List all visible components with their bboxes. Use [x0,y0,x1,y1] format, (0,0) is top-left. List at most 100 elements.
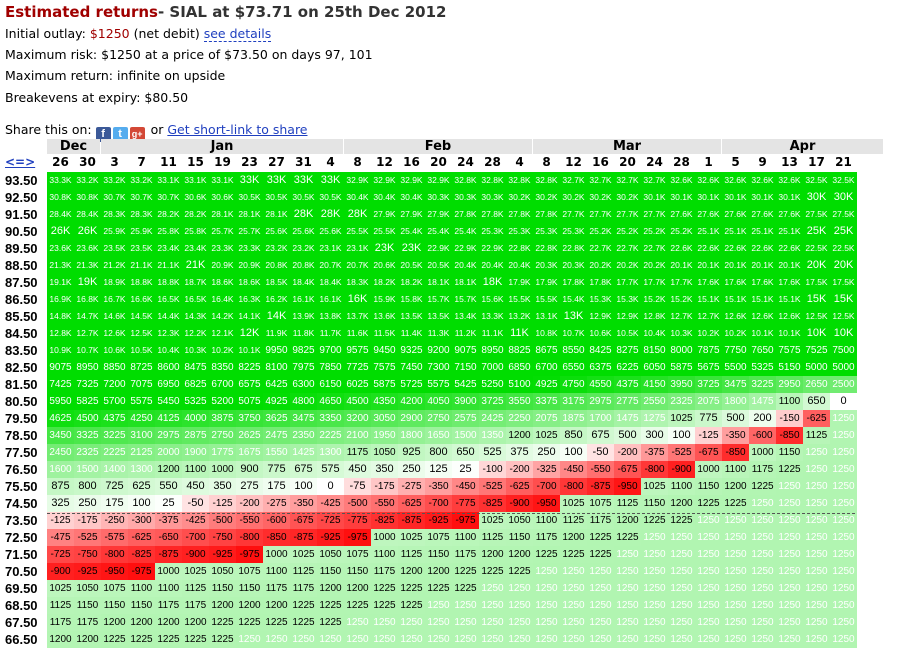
return-cell: 30.1K [695,189,722,206]
return-cell: 1250 [668,563,695,580]
day-header: 9 [758,155,767,169]
return-cell: 1250 [290,631,317,648]
return-cell: 100 [668,427,695,444]
return-cell: 1100 [776,393,803,410]
return-cell: 1075 [344,546,371,563]
return-cell: 1200 [101,614,128,631]
return-cell: 2450 [47,444,74,461]
return-cell: -175 [74,512,101,529]
return-cell: 17.9K [506,274,533,291]
return-cell: 2900 [398,410,425,427]
return-cell: 1250 [587,597,614,614]
day-header: 26 [52,155,69,169]
return-cell: -450 [560,461,587,478]
return-cell: 16.9K [47,291,74,308]
return-cell: 4650 [317,393,344,410]
return-cell: 775 [695,410,722,427]
return-cell: 1250 [722,580,749,597]
price-label: 88.50 [5,258,38,273]
return-cell: 30.1K [641,189,668,206]
return-cell: -550 [236,512,263,529]
return-cell: 1200 [155,461,182,478]
return-cell: 25.8K [155,223,182,240]
return-cell: 1250 [236,631,263,648]
return-cell: 17.7K [641,274,668,291]
month-header-dec: Dec [47,139,100,154]
day-header: 17 [808,155,825,169]
return-cell: 11K [506,325,533,342]
return-cell: -875 [290,529,317,546]
return-cell: 21.2K [101,257,128,274]
return-cell: 25K [803,223,830,240]
return-cell: 25.2K [587,223,614,240]
day-header: 28 [673,155,690,169]
return-cell: 1025 [641,478,668,495]
return-cell: 1500 [74,461,101,478]
return-cell: 18.5K [263,274,290,291]
return-cell: 32.6K [695,172,722,189]
return-cell: 18.7K [182,274,209,291]
return-cell: 16.3K [236,291,263,308]
return-cell: 10.5K [614,325,641,342]
return-cell: 1550 [263,444,290,461]
return-cell: 25.4K [452,223,479,240]
return-cell: -550 [371,495,398,512]
return-cell: 1250 [830,427,857,444]
return-cell: 20.1K [695,257,722,274]
page: Estimated returns- SIAL at $73.71 on 25t… [0,0,900,659]
return-cell: 25.6K [290,223,317,240]
return-cell: 25.5K [344,223,371,240]
day-header: 30 [79,155,96,169]
return-cell: 10.9K [47,342,74,359]
return-cell: 1225 [587,529,614,546]
return-cell: 30.5K [236,189,263,206]
return-cell: 1225 [722,495,749,512]
return-cell: 20.5K [398,257,425,274]
return-cell: 25.3K [506,223,533,240]
return-cell: 6700 [533,359,560,376]
price-label: 69.50 [5,581,38,596]
return-cell: 27.9K [371,206,398,223]
return-cell: 1175 [74,614,101,631]
return-cell: 8850 [101,359,128,376]
return-cell: 2500 [830,376,857,393]
month-header-mar: Mar [533,139,721,154]
return-cell: 1800 [722,393,749,410]
return-cell: -875 [398,512,425,529]
return-cell: 1175 [263,580,290,597]
return-cell: 1200 [722,478,749,495]
return-cell: 1200 [47,631,74,648]
return-cell: 23.5K [101,240,128,257]
return-cell: -850 [776,427,803,444]
return-cell: 32.6K [776,172,803,189]
return-cell: 1025 [560,495,587,512]
return-cell: -900 [506,495,533,512]
return-cell: -425 [182,512,209,529]
return-cell: 27.8K [506,206,533,223]
return-cell: 1250 [533,563,560,580]
return-cell: 350 [209,478,236,495]
toggle-columns-link[interactable]: <=> [5,155,35,170]
return-cell: 5100 [506,376,533,393]
return-cell: 22.8K [533,240,560,257]
return-cell: 3725 [695,376,722,393]
return-cell: 2550 [641,393,668,410]
return-cell: 2750 [425,410,452,427]
return-cell: 27.8K [479,206,506,223]
initial-outlay-suffix: (net debit) [129,26,204,41]
return-cell: 2650 [803,376,830,393]
return-cell: 30.7K [155,189,182,206]
return-cell: -175 [371,478,398,495]
short-link-button[interactable]: Get short-link to share [167,122,307,137]
return-cell: 27.6K [749,206,776,223]
see-details-link[interactable]: see details [203,26,272,42]
return-cell: 2000 [155,444,182,461]
return-cell: 1250 [830,495,857,512]
return-cell: 0 [830,393,857,410]
return-cell: 23.4K [155,240,182,257]
return-cell: 3375 [533,393,560,410]
return-cell: 575 [317,461,344,478]
return-cell: 1250 [695,512,722,529]
return-cell: 7000 [479,359,506,376]
return-cell: 10.1K [236,342,263,359]
